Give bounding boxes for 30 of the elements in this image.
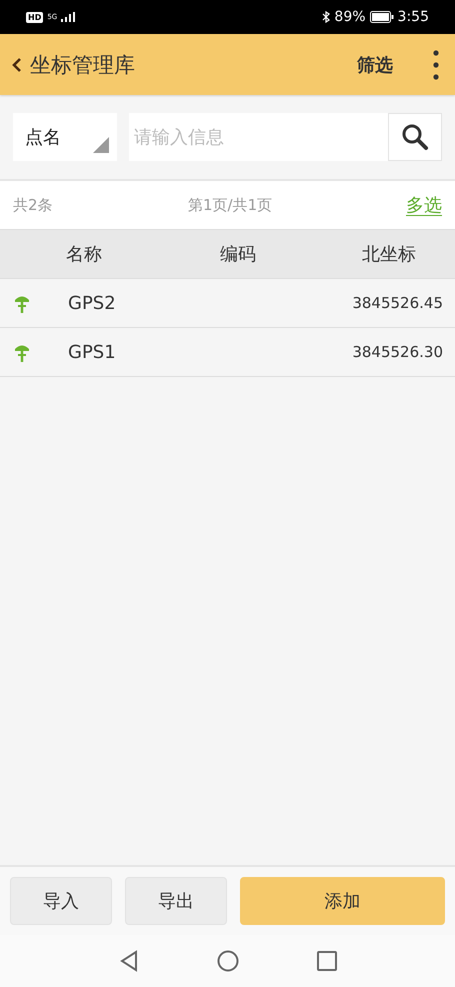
dropdown-triangle-icon	[93, 137, 109, 153]
battery-percent: 89%	[334, 9, 366, 25]
search-field[interactable]: 请输入信息	[129, 113, 388, 161]
chevron-left-icon	[12, 56, 22, 72]
page-indicator: 第1页/共1页	[187, 196, 274, 214]
north-cell-text: 3845526.45	[351, 294, 444, 312]
search-icon	[401, 123, 429, 151]
clock: 3:55	[398, 9, 429, 25]
battery-icon	[370, 11, 394, 23]
recents-icon[interactable]	[316, 951, 336, 971]
column-header: 编码	[219, 243, 257, 266]
search-button[interactable]	[388, 113, 442, 161]
name-cell-text: GPS1	[67, 342, 117, 362]
hd-badge: HD	[26, 12, 44, 22]
column-header: 北坐标	[361, 243, 417, 266]
signal-icon	[61, 12, 76, 22]
column-header: 名称	[65, 243, 103, 266]
back-icon[interactable]	[118, 950, 138, 972]
action-button[interactable]: 添加	[240, 877, 445, 925]
north-cell-text: 3845526.30	[351, 343, 444, 361]
record-count: 共2条	[13, 196, 54, 214]
action-button[interactable]: 导入	[10, 877, 112, 925]
filter-button[interactable]: 筛选	[357, 52, 393, 76]
home-icon[interactable]	[216, 950, 238, 972]
name-cell-text: GPS2	[67, 292, 117, 314]
more-menu-icon[interactable]	[433, 50, 439, 80]
action-button[interactable]: 导出	[125, 877, 227, 925]
field-dropdown[interactable]: 点名	[13, 113, 117, 161]
bluetooth-icon	[322, 11, 330, 23]
page-title: 坐标管理库	[30, 52, 136, 78]
